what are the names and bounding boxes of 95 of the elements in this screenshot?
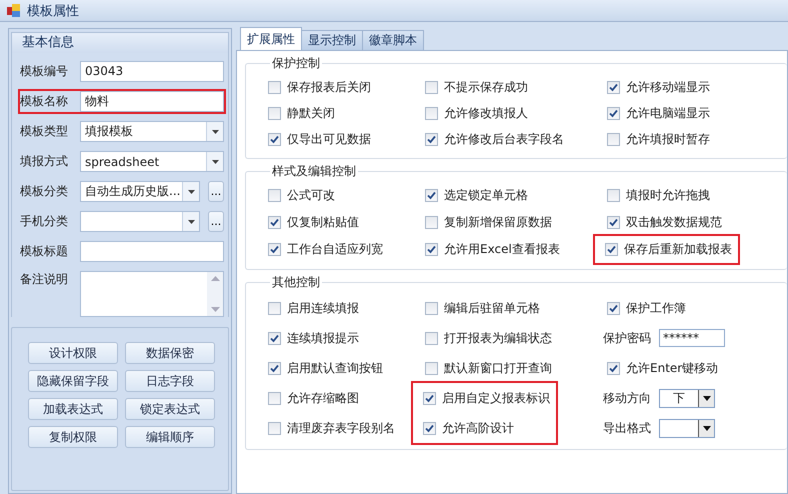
checkbox[interactable]: 静默关闭 [268,104,335,122]
panel-header: 基本信息 [11,32,229,53]
check-icon [427,191,436,200]
caret-icon [702,396,710,400]
dropdown[interactable]: spreadsheet [80,151,224,172]
caret-icon [188,190,194,194]
action-button[interactable]: 锁定表达式 [125,398,215,420]
check-icon [609,218,618,227]
action-button[interactable]: 隐藏保留字段 [28,370,118,392]
caret-icon [188,220,194,224]
checkbox[interactable]: 连续填报提示 [268,330,359,346]
checkbox[interactable]: 填报时允许拖拽 [607,187,710,204]
checkbox[interactable]: 允许修改填报人 [425,104,528,122]
checkbox[interactable]: 选定锁定单元格 [425,187,528,204]
field-label: 模板类型 [20,123,69,140]
field-label: 填报方式 [20,153,69,170]
window-icon [7,4,21,18]
checkbox[interactable]: 允许电脑端显示 [607,104,710,122]
check-icon [425,394,434,402]
checkbox[interactable]: 公式可改 [268,187,335,204]
checkbox[interactable]: 工作台自适应列宽 [268,241,383,258]
field-label: 移动方向 [603,390,651,406]
check-icon [609,364,618,372]
checkbox[interactable]: 启用默认查询按钮 [268,360,383,376]
checkbox[interactable]: 不提示保存成功 [425,78,528,96]
text-area[interactable] [80,271,224,317]
field-label: 导出格式 [603,420,651,436]
checkbox[interactable]: 保护工作簿 [607,300,686,316]
field-label: 保护密码 [603,330,651,346]
field-label: 备注说明 [20,271,69,288]
check-icon [270,245,279,254]
action-button[interactable]: 数据保密 [125,342,215,364]
action-button[interactable]: 复制权限 [28,426,118,448]
check-icon [270,218,279,227]
field-label: 模板分类 [20,183,69,200]
checkbox[interactable]: 启用连续填报 [268,300,359,316]
checkbox[interactable]: 打开报表为编辑状态 [425,330,552,346]
dropdown[interactable]: 填报模板 [80,121,224,142]
input-field[interactable]: 03043 [80,61,224,82]
dropdown[interactable] [659,418,715,438]
check-icon [427,245,436,254]
more-button[interactable]: ... [208,211,224,232]
checkbox[interactable]: 允许Enter键移动 [607,360,718,376]
group-title: 保护控制 [271,55,321,72]
caret-icon [702,426,710,430]
tab[interactable]: 扩展属性 [240,27,302,50]
check-icon [270,364,279,372]
check-icon [609,108,618,118]
checkbox[interactable]: 编辑后驻留单元格 [425,300,540,316]
field-label: 手机分类 [20,213,69,230]
input-field[interactable] [80,241,224,262]
checkbox[interactable]: 允许存缩略图 [268,390,359,406]
scrollbar[interactable] [207,272,223,316]
checkbox[interactable]: 保存后重新加载报表 [605,241,732,258]
password-field[interactable]: ****** [659,329,725,347]
down-arrow-icon [210,307,220,312]
tab[interactable]: 徽章脚本 [362,30,424,50]
checkbox[interactable]: 允许填报时暂存 [607,130,710,148]
check-icon [270,134,279,144]
checkbox[interactable]: 仅复制粘贴值 [268,214,359,231]
check-icon [425,424,434,432]
check-icon [607,245,616,254]
checkbox[interactable]: 允许高阶设计 [423,420,514,436]
dropdown[interactable]: 自动生成历史版... [80,181,200,202]
checkbox[interactable]: 允许移动端显示 [607,78,710,96]
check-icon [609,304,618,312]
checkbox[interactable]: 双击触发数据规范 [607,214,722,231]
group-title: 样式及编辑控制 [271,163,357,180]
check-icon [609,82,618,92]
checkbox[interactable]: 默认新窗口打开查询 [425,360,552,376]
action-button[interactable]: 加载表达式 [28,398,118,420]
input-field[interactable]: 物料 [80,91,224,112]
checkbox[interactable]: 保存报表后关闭 [268,78,371,96]
check-icon [427,134,436,144]
field-label: 模板名称 [20,93,69,110]
group-title: 其他控制 [271,274,321,291]
tab[interactable]: 显示控制 [301,30,363,50]
checkbox[interactable]: 清理废弃表字段别名 [268,420,395,436]
dropdown[interactable]: 下 [659,388,715,408]
checkbox[interactable]: 启用自定义报表标识 [423,390,550,406]
check-icon [270,334,279,342]
field-label: 模板编号 [20,63,69,80]
checkbox[interactable]: 复制新增保留原数据 [425,214,552,231]
action-button[interactable]: 日志字段 [125,370,215,392]
window-title: 模板属性 [27,2,79,20]
caret-icon [212,130,218,134]
checkbox[interactable]: 仅导出可见数据 [268,130,371,148]
checkbox[interactable]: 允许用Excel查看报表 [425,241,560,258]
more-button[interactable]: ... [208,181,224,202]
checkbox[interactable]: 允许修改后台表字段名 [425,130,564,148]
up-arrow-icon [210,276,220,281]
action-button[interactable]: 设计权限 [28,342,118,364]
action-button[interactable]: 编辑顺序 [125,426,215,448]
field-label: 模板标题 [20,243,69,260]
caret-icon [212,160,218,164]
